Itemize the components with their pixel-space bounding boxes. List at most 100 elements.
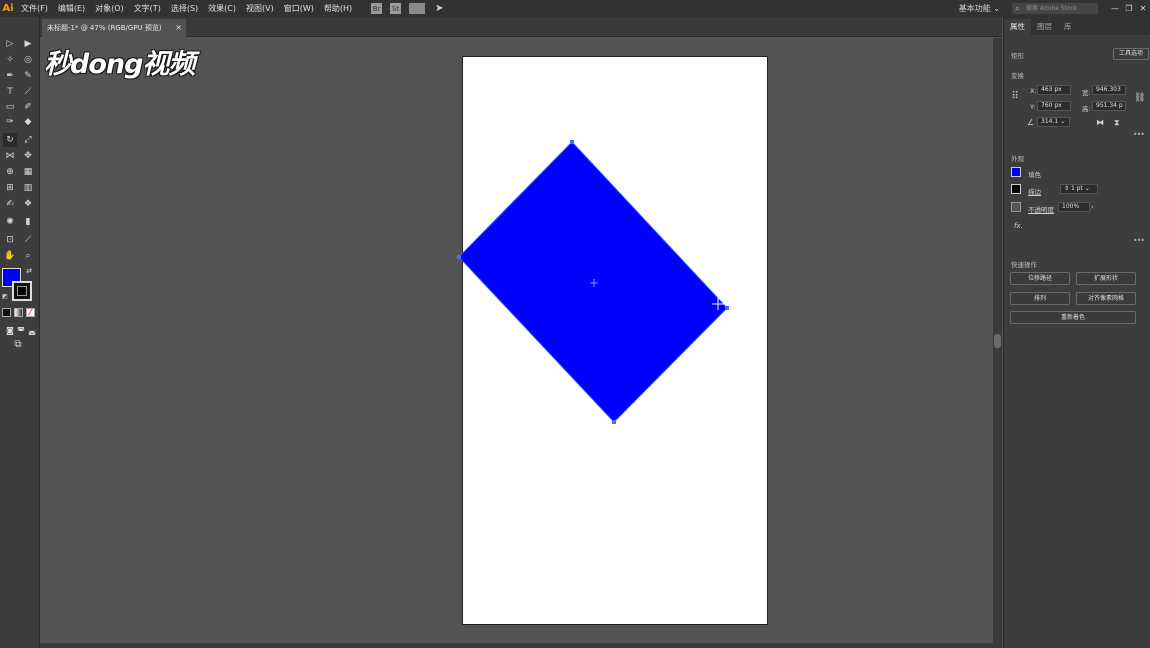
none-mode-icon[interactable]: ⁄ (26, 308, 35, 318)
horizontal-scrollbar[interactable] (40, 643, 993, 648)
close-tab-icon[interactable]: × (175, 23, 182, 32)
reference-point-icon[interactable]: ⠿ (1009, 90, 1021, 102)
scroll-thumb[interactable] (994, 334, 1001, 348)
tab-layers[interactable]: 图层 (1031, 19, 1058, 35)
default-colors-icon[interactable]: ◩ (1, 292, 9, 300)
transform-more-icon[interactable]: ••• (1133, 130, 1145, 139)
menu-effect[interactable]: 效果(C) (203, 3, 241, 14)
swap-colors-icon[interactable]: ⇄ (25, 267, 33, 275)
pen-tool-icon[interactable]: ✒ (3, 69, 17, 83)
menu-view[interactable]: 视图(V) (241, 3, 279, 14)
anchor-top[interactable] (570, 140, 574, 144)
transform-title: 变换 (1011, 72, 1024, 80)
menu-edit[interactable]: 编辑(E) (53, 3, 90, 14)
shape-builder-icon[interactable]: ⊕ (3, 165, 17, 179)
menu-window[interactable]: 窗口(W) (279, 3, 319, 14)
eraser-icon[interactable]: ◆ (21, 115, 35, 129)
align-pixel-grid-button[interactable]: 对齐像素网格 (1076, 292, 1136, 305)
anchor-left[interactable] (457, 255, 461, 259)
perspective-grid-icon[interactable]: ▦ (21, 165, 35, 179)
panel-tabs: 属性 图层 库 (1004, 17, 1150, 35)
color-mode-icon[interactable] (2, 308, 11, 317)
stock-icon[interactable]: St (390, 3, 402, 14)
send-icon[interactable]: ➤ (435, 3, 443, 14)
anchor-right[interactable] (725, 306, 729, 310)
zoom-tool-icon[interactable]: ⌕ (21, 249, 35, 263)
mesh-tool-icon[interactable]: ⊞ (3, 181, 17, 195)
tab-libraries[interactable]: 库 (1058, 19, 1078, 35)
document-tab[interactable]: 未标题-1* @ 47% (RGB/GPU 预览) × (42, 19, 186, 37)
vertical-scrollbar[interactable] (993, 38, 1002, 648)
stroke-swatch-panel[interactable] (1011, 184, 1021, 194)
menu-object[interactable]: 对象(O) (90, 3, 129, 14)
recolor-button[interactable]: 重新着色 (1010, 311, 1136, 324)
restore-button[interactable]: ❐ (1122, 4, 1136, 13)
shaper-tool-icon[interactable]: ✑ (3, 115, 17, 129)
direct-selection-tool-icon[interactable]: ▶ (21, 37, 35, 51)
offset-path-button[interactable]: 位移路径 (1010, 272, 1070, 285)
expand-shape-button[interactable]: 扩展形状 (1076, 272, 1136, 285)
lasso-icon[interactable]: ◎ (21, 53, 35, 67)
scale-tool-icon[interactable]: ⤢ (21, 133, 35, 147)
bridge-icon[interactable]: Br (371, 3, 383, 14)
workspace-switcher[interactable]: 基本功能 ⌄ (959, 3, 1000, 14)
type-tool-icon[interactable]: T (3, 85, 17, 99)
x-field[interactable]: 463 px (1037, 85, 1071, 95)
menu-help[interactable]: 帮助(H) (319, 3, 357, 14)
stroke-weight-field[interactable]: ⇕ 1 pt ⌄ (1060, 184, 1098, 194)
opacity-label[interactable]: 不透明度 (1028, 204, 1054, 214)
tab-properties[interactable]: 属性 (1004, 19, 1031, 35)
menu-file[interactable]: 文件(F) (16, 3, 53, 14)
search-placeholder: 搜索 Adobe Stock (1026, 5, 1078, 12)
width-tool-icon[interactable]: ⋈ (3, 149, 17, 163)
artwork-layer (457, 140, 729, 424)
fx-icon[interactable]: fx. (1014, 222, 1023, 230)
minimize-button[interactable]: — (1108, 4, 1122, 13)
height-field[interactable]: 951.34 p (1092, 101, 1126, 111)
appearance-more-icon[interactable]: ••• (1133, 236, 1145, 245)
menu-type[interactable]: 文字(T) (129, 3, 166, 14)
anchor-bottom[interactable] (612, 420, 616, 424)
opacity-field[interactable]: 100% (1058, 202, 1090, 212)
eyedropper-icon[interactable]: ✍ (3, 197, 17, 211)
y-label: Y: (1030, 103, 1036, 111)
puppet-warp-icon[interactable]: ✥ (21, 149, 35, 163)
rotated-rectangle[interactable] (458, 141, 728, 423)
tool-options-button[interactable]: 工具选项 (1113, 48, 1149, 60)
screen-mode-icon[interactable]: ⧉ (11, 337, 25, 351)
curvature-tool-icon[interactable]: ✎ (21, 69, 35, 83)
rotation-angle-field[interactable]: 314.1 ⌄ (1037, 117, 1070, 127)
paintbrush-icon[interactable]: ✐ (21, 100, 35, 114)
slice-tool-icon[interactable]: ⟋ (21, 233, 35, 247)
column-graph-icon[interactable]: ▮ (21, 215, 35, 229)
opacity-arrow-icon[interactable]: › (1091, 203, 1094, 211)
menu-select[interactable]: 选择(S) (166, 3, 203, 14)
stroke-color-swatch[interactable] (12, 281, 32, 301)
blend-tool-icon[interactable]: ❖ (21, 197, 35, 211)
link-proportions-icon[interactable]: ⛓ (1134, 93, 1145, 103)
rectangle-tool-icon[interactable]: ▭ (3, 100, 17, 114)
selection-tool-icon[interactable]: ▷ (3, 37, 17, 51)
document-tab-bar: 未标题-1* @ 47% (RGB/GPU 预览) × (40, 17, 1002, 37)
width-field[interactable]: 946.303 (1092, 85, 1126, 95)
hand-tool-icon[interactable]: ✋ (3, 249, 17, 263)
close-window-button[interactable]: ✕ (1136, 4, 1150, 13)
fill-label: 填色 (1028, 171, 1041, 179)
arrange-documents-icon[interactable] (409, 3, 426, 14)
gradient-tool-icon[interactable]: ▥ (21, 181, 35, 195)
rotate-tool-icon[interactable]: ↻ (3, 133, 17, 147)
line-tool-icon[interactable]: ⟋ (21, 85, 35, 99)
stock-search-input[interactable]: ⌕ 搜索 Adobe Stock (1012, 3, 1098, 14)
flip-horizontal-icon[interactable]: ⧓ (1096, 118, 1104, 127)
draw-inside-icon[interactable]: ◛ (25, 323, 39, 337)
fill-swatch-panel[interactable] (1011, 167, 1021, 177)
gradient-mode-icon[interactable] (14, 308, 23, 317)
magic-wand-icon[interactable]: ✧ (3, 53, 17, 67)
artboard-tool-icon[interactable]: ⊡ (3, 233, 17, 247)
symbol-sprayer-icon[interactable]: ✺ (3, 215, 17, 229)
y-field[interactable]: 760 px (1037, 101, 1071, 111)
flip-vertical-icon[interactable]: ⧗ (1114, 118, 1120, 128)
stroke-label[interactable]: 描边 (1028, 186, 1041, 196)
canvas[interactable] (40, 38, 993, 648)
arrange-button[interactable]: 排列 (1010, 292, 1070, 305)
